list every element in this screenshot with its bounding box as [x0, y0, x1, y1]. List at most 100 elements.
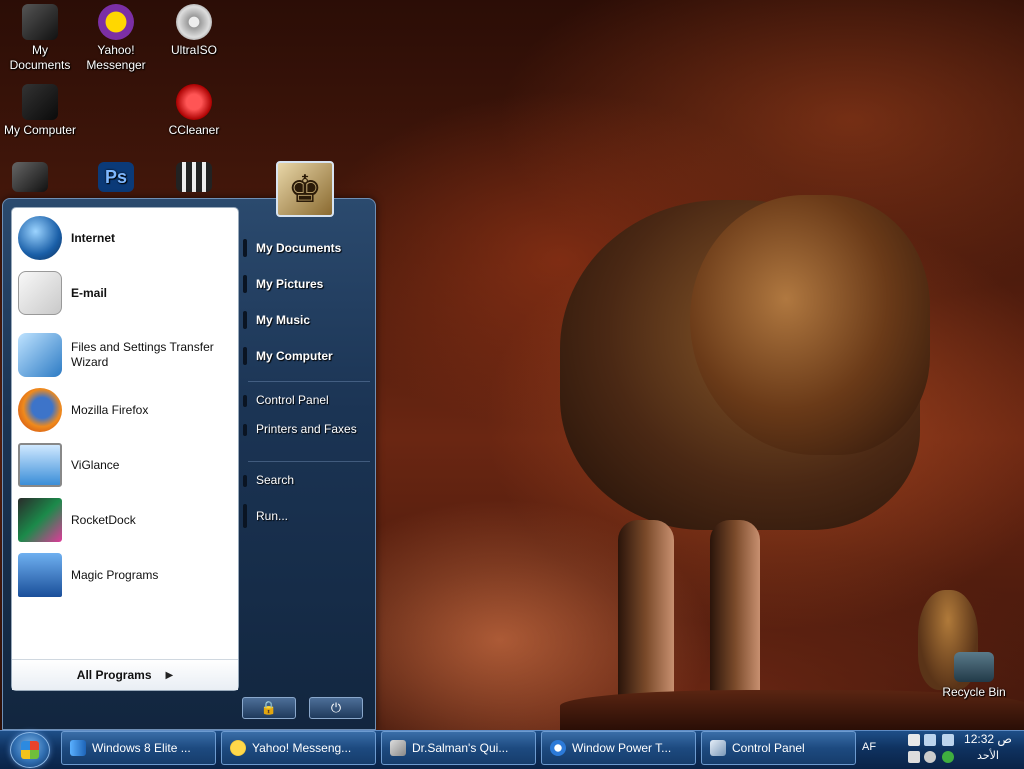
start-item-internet[interactable]: Internet	[18, 215, 232, 261]
desktop-icon-media-player[interactable]	[10, 162, 50, 195]
start-item-label: RocketDock	[71, 512, 136, 527]
globe-icon	[18, 216, 62, 260]
taskbar-button-label: Window Power T...	[572, 741, 672, 755]
folder-marker-icon	[243, 275, 247, 293]
start-item-label: Magic Programs	[71, 567, 159, 582]
all-programs-label: All Programs	[76, 668, 152, 682]
lock-button[interactable]: 🔒	[242, 697, 296, 719]
clock-time: 12:32 ص	[964, 732, 1012, 746]
desktop-icon-label: Yahoo! Messenger	[86, 43, 146, 72]
power-icon: ⏻	[330, 700, 342, 715]
desktop-icon-label: Recycle Bin	[942, 685, 1006, 699]
start-action-label: Search	[256, 473, 295, 487]
rocketdock-icon	[18, 498, 62, 542]
yahoo-smiley-icon	[230, 740, 246, 756]
desktop-icon-photoshop[interactable]: Ps	[92, 162, 140, 195]
tray-up-icon[interactable]	[942, 734, 954, 746]
tray-app-icon[interactable]	[908, 734, 920, 746]
power-tools-icon	[550, 740, 566, 756]
start-menu: Internet E-mail Files and Settings Trans…	[2, 198, 376, 730]
all-programs-button[interactable]: All Programs ▶	[12, 659, 238, 690]
tray-volume-icon[interactable]	[924, 751, 936, 763]
tray-up-icon[interactable]	[924, 734, 936, 746]
start-place-my-documents[interactable]: My Documents	[243, 239, 368, 257]
signal-icon	[70, 740, 86, 756]
start-item-label: Internet	[71, 230, 116, 245]
language-indicator[interactable]: AF	[862, 741, 876, 753]
desktop-icon-yahoo-messenger[interactable]: Yahoo! Messenger	[76, 4, 156, 73]
tray-network-icon[interactable]	[908, 751, 920, 763]
yahoo-messenger-icon	[98, 4, 134, 40]
search-marker-icon	[243, 475, 247, 487]
clock-day: الأحد	[977, 750, 999, 762]
taskbar-clock[interactable]: 12:32 ص الأحد	[958, 731, 1018, 765]
chess-king-icon: ♚	[287, 168, 323, 211]
taskbar-button-label: Dr.Salman's Qui...	[412, 741, 509, 755]
control-panel-icon	[710, 740, 726, 756]
ccleaner-icon	[176, 84, 212, 120]
taskbar-button-label: Control Panel	[732, 741, 805, 755]
start-item-rocketdock[interactable]: RocketDock	[18, 497, 232, 543]
start-item-email[interactable]: E-mail	[18, 270, 232, 316]
desktop-icon-my-computer[interactable]: My Computer	[0, 84, 80, 138]
start-action-label: Run...	[256, 509, 289, 523]
start-item-label: Files and Settings Transfer Wizard	[71, 340, 214, 369]
my-computer-icon	[22, 84, 58, 120]
start-setting-label: Control Panel	[256, 393, 329, 407]
desktop-icon-ccleaner[interactable]: CCleaner	[154, 84, 234, 138]
start-place-my-computer[interactable]: My Computer	[243, 347, 368, 365]
start-setting-control-panel[interactable]: Control Panel	[243, 393, 368, 408]
taskbar-button-dr-salman[interactable]: Dr.Salman's Qui...	[381, 731, 536, 765]
taskbar-button-label: Yahoo! Messeng...	[252, 741, 352, 755]
folder-marker-icon	[243, 311, 247, 329]
lion-leg	[710, 520, 760, 710]
start-item-label: Mozilla Firefox	[71, 402, 149, 417]
media-player-icon	[12, 162, 48, 192]
start-item-label: E-mail	[71, 285, 108, 300]
firefox-icon	[18, 388, 62, 432]
start-place-label: My Computer	[256, 349, 333, 363]
setting-marker-icon	[243, 424, 247, 436]
start-item-firefox[interactable]: Mozilla Firefox	[18, 387, 232, 433]
my-documents-icon	[22, 4, 58, 40]
tray-security-icon[interactable]	[942, 751, 954, 763]
run-marker-icon	[243, 504, 247, 528]
magic-programs-icon	[18, 553, 62, 597]
taskbar-button-control-panel[interactable]: Control Panel	[701, 731, 856, 765]
taskbar-button-label: Windows 8 Elite ...	[92, 741, 191, 755]
start-place-label: My Music	[256, 313, 311, 327]
start-place-my-music[interactable]: My Music	[243, 311, 368, 329]
start-item-magic-programs[interactable]: Magic Programs	[18, 552, 232, 598]
start-place-my-pictures[interactable]: My Pictures	[243, 275, 368, 293]
desktop-icon-ultraiso[interactable]: UltraISO	[154, 4, 234, 58]
start-place-label: My Pictures	[256, 277, 324, 291]
start-item-transfer-wizard[interactable]: Files and Settings Transfer Wizard	[18, 332, 232, 378]
start-menu-separator	[248, 461, 370, 462]
ultraiso-icon	[176, 4, 212, 40]
taskbar-button-yahoo-messenger[interactable]: Yahoo! Messeng...	[221, 731, 376, 765]
windows-logo-icon	[21, 741, 39, 759]
folder-marker-icon	[243, 239, 247, 257]
desktop-icon-video-editor[interactable]	[170, 162, 218, 195]
photoshop-icon: Ps	[98, 162, 134, 192]
start-action-run[interactable]: Run...	[243, 504, 368, 528]
power-button[interactable]: ⏻	[309, 697, 363, 719]
start-place-label: My Documents	[256, 241, 342, 255]
lion-leg	[618, 520, 674, 720]
desktop-icon-label: My Computer	[3, 123, 77, 137]
taskbar-button-window-power-tools[interactable]: Window Power T...	[541, 731, 696, 765]
taskbar-button-windows8-elite[interactable]: Windows 8 Elite ...	[61, 731, 216, 765]
start-action-search[interactable]: Search	[243, 473, 368, 488]
start-menu-separator	[248, 381, 370, 382]
start-button[interactable]	[10, 732, 50, 768]
user-picture-avatar[interactable]: ♚	[276, 161, 334, 217]
desktop-icon-my-documents[interactable]: My Documents	[0, 4, 80, 73]
start-setting-printers-faxes[interactable]: Printers and Faxes	[243, 422, 368, 437]
start-setting-label: Printers and Faxes	[256, 422, 357, 436]
recycle-bin-icon	[954, 652, 994, 682]
transfer-wizard-icon	[18, 333, 62, 377]
desktop-icon-recycle-bin[interactable]: Recycle Bin	[934, 652, 1014, 700]
desktop-icon-label: UltraISO	[170, 43, 217, 57]
start-item-viglance[interactable]: ViGlance	[18, 442, 232, 488]
setting-marker-icon	[243, 395, 247, 407]
